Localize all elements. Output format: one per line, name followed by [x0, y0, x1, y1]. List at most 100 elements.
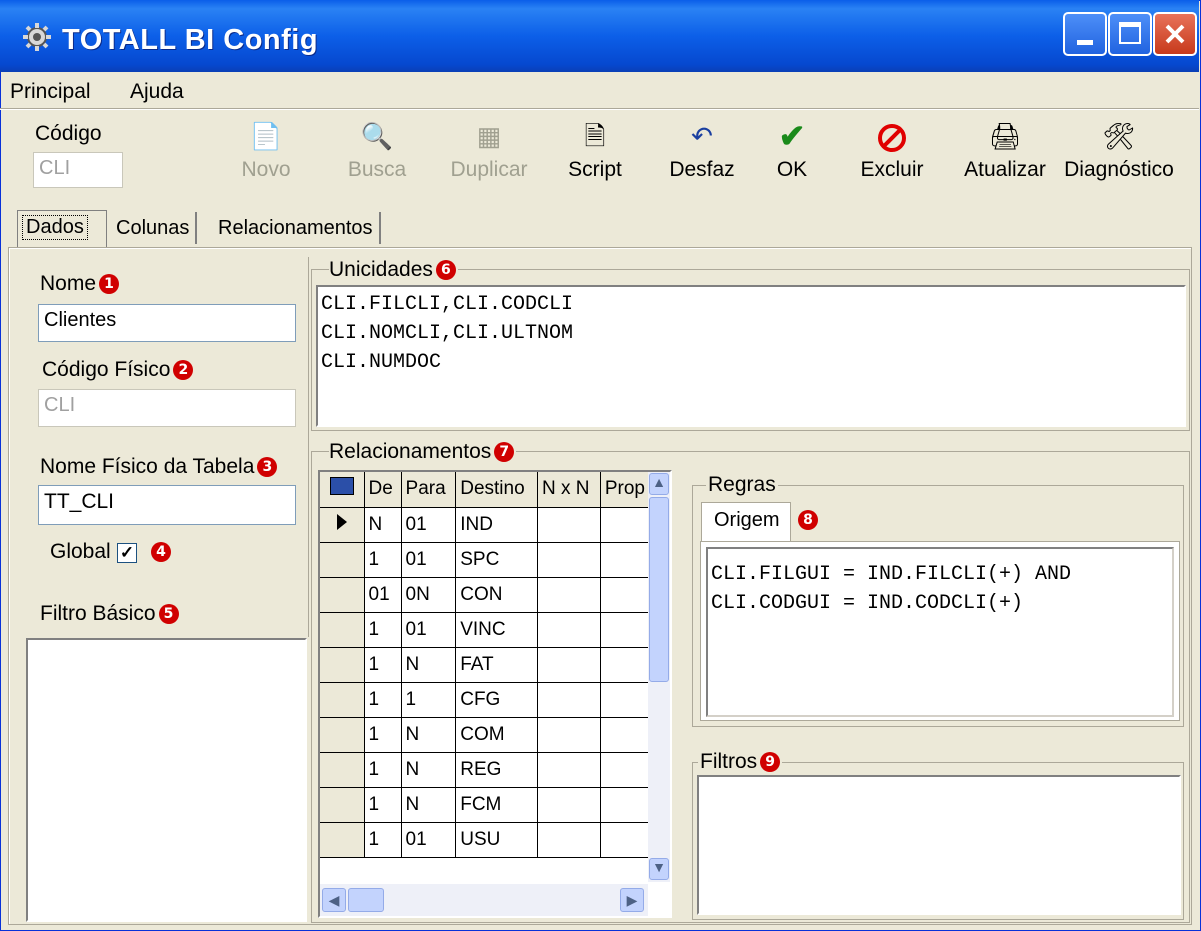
row-indicator[interactable]	[320, 752, 365, 788]
grid-cell[interactable]	[537, 647, 601, 683]
codigo-field[interactable]: CLI	[33, 152, 123, 188]
script-button[interactable]: 🗎 Script	[563, 118, 627, 182]
grid-row[interactable]: 1 N FAT	[320, 647, 651, 683]
menu-ajuda[interactable]: Ajuda	[130, 80, 184, 104]
menu-principal[interactable]: Principal	[10, 80, 91, 104]
tab-colunas[interactable]: Colunas	[110, 212, 198, 244]
minimize-button[interactable]	[1063, 12, 1107, 56]
grid-cell[interactable]: N	[401, 787, 457, 823]
grid-cell[interactable]: FAT	[455, 647, 538, 683]
grid-cell[interactable]: 01	[401, 507, 457, 543]
tab-dados[interactable]: Dados	[17, 210, 107, 248]
grid-row[interactable]: 1 N REG	[320, 752, 651, 788]
column-header[interactable]: Para	[401, 472, 457, 508]
grid-cell[interactable]: 1	[364, 822, 402, 858]
grid-cell[interactable]: 1	[364, 717, 402, 753]
grid-cell[interactable]	[600, 647, 651, 683]
grid-cell[interactable]	[537, 612, 601, 648]
column-header[interactable]: Destino	[455, 472, 538, 508]
origem-textarea[interactable]: CLI.FILGUI = IND.FILCLI(+) AND CLI.CODGU…	[706, 547, 1174, 717]
column-header[interactable]: De	[364, 472, 402, 508]
scroll-up-icon[interactable]: ▲	[649, 473, 669, 495]
grid-cell[interactable]	[600, 787, 651, 823]
grid-cell[interactable]: 01	[401, 822, 457, 858]
grid-cell[interactable]: 1	[364, 612, 402, 648]
grid-cell[interactable]	[600, 577, 651, 613]
vertical-scrollbar[interactable]: ▲ ▼	[648, 472, 670, 882]
grid-cell[interactable]: N	[401, 752, 457, 788]
row-indicator[interactable]	[320, 787, 365, 823]
row-indicator[interactable]	[320, 822, 365, 858]
grid-cell[interactable]: 1	[364, 787, 402, 823]
duplicar-button[interactable]: ▦ Duplicar	[445, 118, 533, 182]
grid-cell[interactable]: 01	[364, 577, 402, 613]
global-checkbox[interactable]: ✓	[117, 543, 137, 563]
column-header[interactable]: Prop	[600, 472, 651, 508]
grid-cell[interactable]: IND	[455, 507, 538, 543]
row-indicator[interactable]	[320, 612, 365, 648]
grid-row[interactable]: 1 N FCM	[320, 787, 651, 823]
grid-cell[interactable]: VINC	[455, 612, 538, 648]
busca-button[interactable]: 🔍 Busca	[342, 118, 412, 182]
row-indicator[interactable]	[320, 577, 365, 613]
unicidades-textarea[interactable]: CLI.FILCLI,CLI.CODCLI CLI.NOMCLI,CLI.ULT…	[316, 285, 1186, 427]
grid-cell[interactable]	[537, 507, 601, 543]
nome-field[interactable]: Clientes	[38, 304, 296, 342]
grid-cell[interactable]: 1	[364, 752, 402, 788]
h-scroll-thumb[interactable]	[348, 888, 384, 912]
grid-cell[interactable]: COM	[455, 717, 538, 753]
grid-row[interactable]: 1 N COM	[320, 717, 651, 753]
row-indicator[interactable]	[320, 717, 365, 753]
excluir-button[interactable]: Excluir	[860, 118, 924, 182]
scroll-thumb[interactable]	[649, 497, 669, 682]
grid-cell[interactable]: SPC	[455, 542, 538, 578]
grid-cell[interactable]	[537, 577, 601, 613]
grid-cell[interactable]	[600, 507, 651, 543]
grid-cell[interactable]: 1	[364, 647, 402, 683]
grid-cell[interactable]	[537, 542, 601, 578]
scroll-right-icon[interactable]: ▶	[620, 888, 644, 912]
grid-cell[interactable]	[537, 822, 601, 858]
tab-relacionamentos[interactable]: Relacionamentos	[212, 212, 381, 244]
grid-row[interactable]: 1 01 VINC	[320, 612, 651, 648]
grid-row[interactable]: N 01 IND	[320, 507, 651, 543]
grid-cell[interactable]	[537, 787, 601, 823]
atualizar-button[interactable]: 🖨 Atualizar	[960, 118, 1050, 182]
filtro-basico-textarea[interactable]	[26, 638, 307, 922]
grid-cell[interactable]	[600, 612, 651, 648]
grid-row[interactable]: 1 1 CFG	[320, 682, 651, 718]
grid-cell[interactable]: REG	[455, 752, 538, 788]
grid-row[interactable]: 1 01 USU	[320, 822, 651, 858]
grid-cell[interactable]	[537, 682, 601, 718]
grid-cell[interactable]: 1	[401, 682, 457, 718]
grid-cell[interactable]	[600, 752, 651, 788]
nome-fisico-field[interactable]: TT_CLI	[38, 485, 296, 525]
grid-cell[interactable]: CFG	[455, 682, 538, 718]
grid-cell[interactable]	[600, 822, 651, 858]
grid-cell[interactable]: 01	[401, 612, 457, 648]
grid-cell[interactable]	[537, 717, 601, 753]
scroll-left-icon[interactable]: ◀	[322, 888, 346, 912]
grid-corner-icon[interactable]	[320, 472, 365, 508]
grid-cell[interactable]: 1	[364, 542, 402, 578]
grid-cell[interactable]: N	[401, 717, 457, 753]
grid-cell[interactable]: 01	[401, 542, 457, 578]
grid-cell[interactable]: 0N	[401, 577, 457, 613]
horizontal-scrollbar[interactable]: ◀ ▶	[320, 884, 648, 916]
grid-row[interactable]: 1 01 SPC	[320, 542, 651, 578]
grid-row[interactable]: 01 0N CON	[320, 577, 651, 613]
relacionamentos-grid[interactable]: De Para Destino N x N Prop N 01 IND 1 01 SPC 0…	[318, 470, 672, 918]
grid-cell[interactable]	[537, 752, 601, 788]
desfaz-button[interactable]: ↶ Desfaz	[665, 118, 739, 182]
close-button[interactable]	[1153, 12, 1197, 56]
current-row-arrow-icon[interactable]	[320, 507, 365, 543]
row-indicator[interactable]	[320, 682, 365, 718]
grid-cell[interactable]: 1	[364, 682, 402, 718]
grid-cell[interactable]: CON	[455, 577, 538, 613]
scroll-down-icon[interactable]: ▼	[649, 858, 669, 880]
grid-cell[interactable]: N	[364, 507, 402, 543]
grid-cell[interactable]: FCM	[455, 787, 538, 823]
grid-cell[interactable]	[600, 682, 651, 718]
grid-cell[interactable]: USU	[455, 822, 538, 858]
grid-cell[interactable]: N	[401, 647, 457, 683]
